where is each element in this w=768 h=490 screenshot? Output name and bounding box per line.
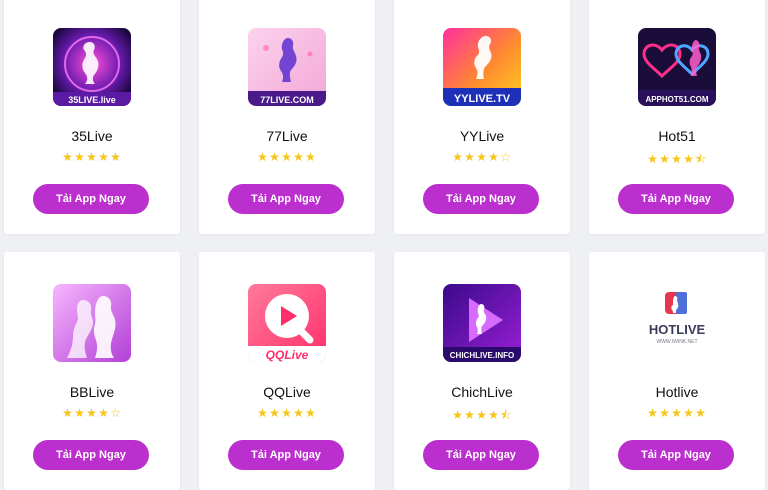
star-full-icon: ★ [269, 150, 281, 164]
app-name: Hotlive [655, 384, 699, 400]
star-full-icon: ★ [659, 152, 671, 166]
star-full-icon: ★ [452, 408, 464, 422]
star-full-icon: ★ [62, 150, 74, 164]
download-button[interactable]: Tải App Ngay [423, 184, 539, 214]
star-full-icon: ★ [98, 406, 110, 420]
download-button[interactable]: Tải App Ngay [228, 440, 344, 470]
star-full-icon: ★ [476, 408, 488, 422]
app-card-bblive: BBLive ★★★★☆ Tải App Ngay [4, 252, 180, 490]
qqlive-logo-text: QQLive [266, 348, 309, 362]
star-full-icon: ★ [86, 406, 98, 420]
star-full-icon: ★ [293, 150, 305, 164]
star-full-icon: ★ [74, 406, 86, 420]
app-name: BBLive [69, 384, 115, 400]
rating-stars: ★★★★⯪ [589, 150, 765, 171]
bblive-logo [53, 284, 131, 362]
star-full-icon: ★ [62, 406, 74, 420]
star-full-icon: ★ [488, 150, 500, 164]
77live-logo-text: 77LIVE.COM [260, 95, 314, 105]
app-name: Hot51 [658, 128, 696, 144]
download-button[interactable]: Tải App Ngay [618, 184, 734, 214]
rating-stars: ★★★★☆ [4, 406, 180, 420]
star-full-icon: ★ [647, 152, 659, 166]
star-full-icon: ★ [671, 406, 683, 420]
app-name: 77Live [266, 128, 308, 144]
star-full-icon: ★ [293, 406, 305, 420]
star-empty-icon: ☆ [110, 406, 122, 420]
rating-stars: ★★★★⯪ [394, 406, 570, 427]
app-card-chichlive: CHICHLIVE.INFO ChichLive ★★★★⯪ Tải App N… [394, 252, 570, 490]
app-name: 35Live [71, 128, 113, 144]
app-card-hotlive: HOTLIVE WWW.IWINK.NET Hotlive ★★★★★ Tải … [589, 252, 765, 490]
star-full-icon: ★ [476, 150, 488, 164]
app-card-77live: 77LIVE.COM 77Live ★★★★★ Tải App Ngay [199, 0, 375, 234]
star-full-icon: ★ [671, 152, 683, 166]
chichlive-logo-text: CHICHLIVE.INFO [450, 351, 514, 360]
app-name: ChichLive [451, 384, 513, 400]
star-full-icon: ★ [647, 406, 659, 420]
star-full-icon: ★ [74, 150, 86, 164]
star-full-icon: ★ [488, 408, 500, 422]
download-button[interactable]: Tải App Ngay [423, 440, 539, 470]
star-full-icon: ★ [452, 150, 464, 164]
download-button[interactable]: Tải App Ngay [618, 440, 734, 470]
app-grid: 35LIVE.live 35Live ★★★★★ Tải App Ngay 77… [0, 0, 768, 490]
rating-stars: ★★★★★ [589, 406, 765, 420]
hotlive-logo-subtext: WWW.IWINK.NET [656, 339, 697, 345]
star-full-icon: ★ [464, 408, 476, 422]
hot51-logo-text: APPHOT51.COM [645, 95, 708, 104]
star-full-icon: ★ [257, 406, 269, 420]
app-card-hot51: APPHOT51.COM Hot51 ★★★★⯪ Tải App Ngay [589, 0, 765, 234]
star-full-icon: ★ [464, 150, 476, 164]
app-card-35live: 35LIVE.live 35Live ★★★★★ Tải App Ngay [4, 0, 180, 234]
77live-logo: 77LIVE.COM [248, 28, 326, 106]
app-card-yylive: YYLIVE.TV YYLive ★★★★☆ Tải App Ngay [394, 0, 570, 234]
star-full-icon: ★ [683, 406, 695, 420]
star-full-icon: ★ [695, 406, 707, 420]
star-empty-icon: ☆ [500, 150, 512, 164]
star-full-icon: ★ [110, 150, 122, 164]
rating-stars: ★★★★★ [199, 406, 375, 420]
star-full-icon: ★ [98, 150, 110, 164]
rating-stars: ★★★★★ [199, 150, 375, 164]
app-name: YYLive [459, 128, 505, 144]
yylive-logo: YYLIVE.TV [443, 28, 521, 106]
download-button[interactable]: Tải App Ngay [228, 184, 344, 214]
star-half-icon: ⯪ [500, 408, 513, 422]
star-half-icon: ⯪ [695, 152, 708, 166]
download-button[interactable]: Tải App Ngay [33, 184, 149, 214]
star-full-icon: ★ [281, 406, 293, 420]
chichlive-logo: CHICHLIVE.INFO [443, 284, 521, 362]
rating-stars: ★★★★☆ [394, 150, 570, 164]
hot51-logo: APPHOT51.COM [638, 28, 716, 106]
star-full-icon: ★ [683, 152, 695, 166]
app-card-qqlive: QQLive QQLive ★★★★★ Tải App Ngay [199, 252, 375, 490]
star-full-icon: ★ [281, 150, 293, 164]
hotlive-logo-text: HOTLIVE [649, 322, 706, 337]
download-button[interactable]: Tải App Ngay [33, 440, 149, 470]
yylive-logo-text: YYLIVE.TV [454, 93, 511, 105]
35live-logo: 35LIVE.live [53, 28, 131, 106]
35live-logo-text: 35LIVE.live [68, 95, 116, 105]
star-full-icon: ★ [305, 150, 317, 164]
hotlive-logo: HOTLIVE WWW.IWINK.NET [638, 284, 716, 362]
app-name: QQLive [263, 384, 311, 400]
star-full-icon: ★ [257, 150, 269, 164]
star-full-icon: ★ [86, 150, 98, 164]
qqlive-logo: QQLive [248, 284, 326, 362]
rating-stars: ★★★★★ [4, 150, 180, 164]
star-full-icon: ★ [659, 406, 671, 420]
star-full-icon: ★ [305, 406, 317, 420]
star-full-icon: ★ [269, 406, 281, 420]
